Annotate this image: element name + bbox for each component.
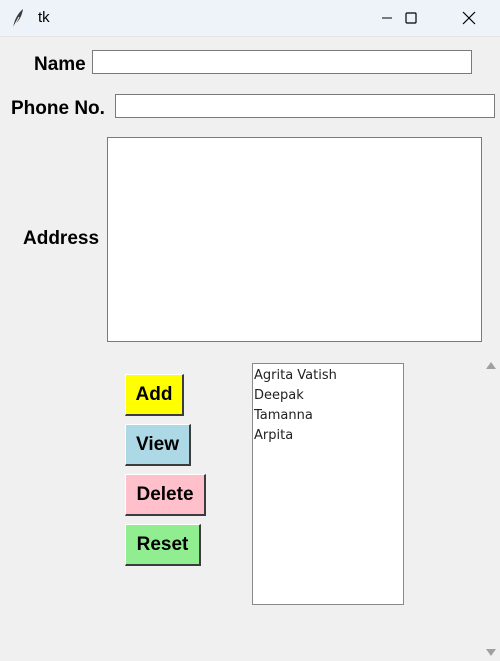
contacts-listbox[interactable]: Agrita Vatish Deepak Tamanna Arpita: [252, 363, 404, 605]
view-button[interactable]: View: [125, 424, 191, 466]
title-bar: tk: [0, 0, 500, 37]
name-field[interactable]: [92, 50, 472, 74]
maximize-button[interactable]: [388, 0, 434, 36]
address-field[interactable]: [107, 137, 482, 342]
maximize-icon: [405, 12, 417, 24]
vertical-scrollbar[interactable]: [482, 354, 500, 661]
reset-button[interactable]: Reset: [125, 524, 201, 566]
name-label: Name: [34, 54, 86, 75]
feather-icon: [12, 9, 23, 29]
delete-button[interactable]: Delete: [125, 474, 206, 516]
list-item[interactable]: Deepak: [254, 386, 402, 406]
phone-field[interactable]: [115, 94, 495, 118]
close-button[interactable]: [446, 0, 492, 36]
list-item[interactable]: Arpita: [254, 426, 402, 446]
scroll-down-arrow-icon[interactable]: [486, 649, 496, 656]
add-button[interactable]: Add: [125, 374, 184, 416]
close-icon: [462, 11, 476, 25]
list-item[interactable]: Tamanna: [254, 406, 402, 426]
list-item[interactable]: Agrita Vatish: [254, 366, 402, 386]
phone-label: Phone No.: [11, 98, 105, 119]
window-title: tk: [38, 9, 50, 26]
address-label: Address: [23, 228, 100, 249]
scroll-up-arrow-icon[interactable]: [486, 362, 496, 369]
